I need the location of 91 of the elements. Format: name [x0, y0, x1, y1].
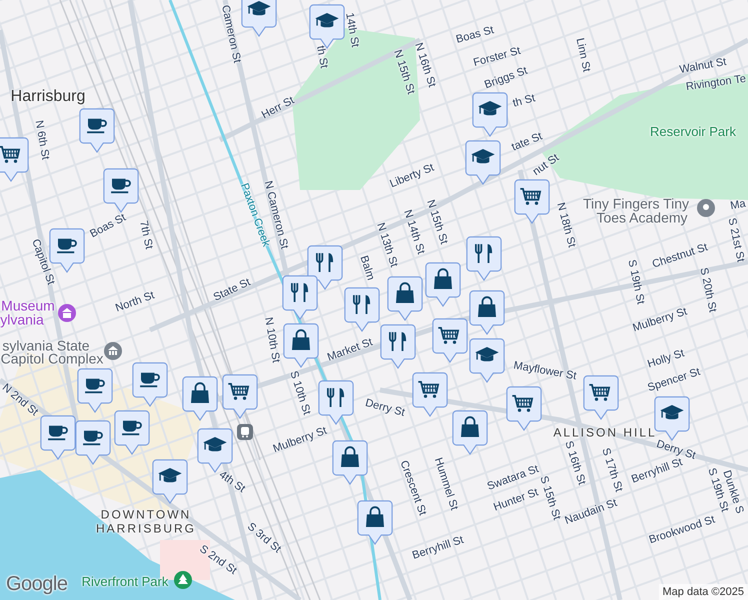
street-label: Mayflower St [512, 360, 578, 382]
coffee-cup-marker[interactable] [132, 362, 168, 407]
graduation-cap-marker[interactable] [152, 459, 188, 504]
graduation-cap-marker[interactable] [241, 0, 277, 37]
district-label: DOWNTOWN [100, 508, 192, 522]
street-label: N 13th St [374, 221, 400, 269]
street-label: Ma [729, 198, 747, 212]
coffee-cup-marker[interactable] [75, 420, 111, 465]
tree-icon [174, 571, 192, 589]
coffee-cup-marker[interactable] [114, 410, 150, 455]
street-label: Balm [357, 254, 377, 282]
location-pin-icon [697, 199, 715, 217]
street-label: Herr St [260, 94, 296, 122]
street-label: S 15th St [537, 474, 563, 522]
street-label: Boas St [454, 24, 496, 46]
street-label: Cameron St [218, 4, 244, 64]
graduation-cap-marker[interactable] [472, 92, 508, 137]
place-label: Toes Academy [596, 210, 688, 226]
place-label: sylvania State [2, 338, 90, 354]
shopping-cart-marker[interactable] [412, 372, 448, 417]
shopping-bag-marker[interactable] [283, 323, 319, 368]
train-station-icon [237, 424, 253, 440]
museum-icon [58, 304, 76, 322]
street-label: N 15th St [424, 198, 450, 246]
street-label: tate St [510, 130, 544, 154]
street-label: S 20th St [697, 266, 719, 314]
fork-knife-marker[interactable] [380, 324, 416, 369]
shopping-bag-marker[interactable] [469, 290, 505, 335]
fork-knife-marker[interactable] [344, 287, 380, 332]
district-label: HARRISBURG [96, 522, 196, 536]
shopping-cart-marker[interactable] [222, 374, 258, 419]
street-label: Boas St [88, 212, 128, 240]
fork-knife-marker[interactable] [466, 236, 502, 281]
street-label: 7th St [137, 220, 155, 250]
street-label: N 6th St [32, 119, 52, 161]
shopping-bag-marker[interactable] [452, 410, 488, 455]
street-label: 4th St [216, 468, 248, 496]
street-label: nut St [530, 152, 562, 178]
street-label: 14th St [343, 12, 361, 48]
street-label: N 15th St [391, 48, 417, 96]
map-logo[interactable]: Google [6, 573, 68, 596]
shopping-cart-marker[interactable] [0, 137, 29, 182]
coffee-cup-marker[interactable] [49, 228, 85, 273]
street-label: S 10th St [287, 370, 313, 416]
shopping-bag-marker[interactable] [357, 500, 393, 545]
street-label: Liberty St [388, 162, 436, 190]
street-label: th St [314, 44, 330, 70]
shopping-cart-marker[interactable] [506, 386, 542, 431]
street-label: North St [114, 289, 156, 315]
museum-label: Museum [1, 298, 55, 314]
street-label: S 16th St [562, 440, 588, 486]
park-label: Reservoir Park [650, 124, 736, 140]
street-label: State St [212, 276, 252, 304]
street-label: N 2nd St [0, 382, 40, 418]
graduation-cap-marker[interactable] [469, 338, 505, 383]
street-label: N 18th St [554, 201, 578, 249]
street-label: S 3rd St [244, 520, 284, 556]
shopping-cart-marker[interactable] [432, 318, 468, 363]
landmark-icon [104, 342, 122, 360]
park-label: Riverfront Park [82, 574, 168, 590]
street-label: S 17th St [599, 446, 625, 494]
district-label: ALLISON HILL [553, 426, 657, 440]
shopping-bag-marker[interactable] [182, 376, 218, 421]
shopping-bag-marker[interactable] [332, 440, 368, 485]
street-label: S 19th St [625, 258, 647, 306]
street-label: N 10th St [262, 316, 282, 364]
coffee-cup-marker[interactable] [40, 415, 76, 460]
graduation-cap-marker[interactable] [197, 428, 233, 473]
shopping-cart-marker[interactable] [514, 179, 550, 224]
shopping-bag-marker[interactable] [387, 276, 423, 321]
street-label: th St [512, 92, 536, 110]
shopping-bag-marker[interactable] [425, 262, 461, 307]
street-label: N 14th St [401, 208, 427, 256]
shopping-cart-marker[interactable] [583, 375, 619, 420]
street-label: Linn St [574, 37, 592, 73]
fork-knife-marker[interactable] [282, 275, 318, 320]
coffee-cup-marker[interactable] [103, 168, 139, 213]
street-label: Derry St [364, 396, 406, 420]
street-label: Market St [326, 336, 374, 364]
city-label: Harrisburg [10, 88, 86, 106]
coffee-cup-marker[interactable] [77, 368, 113, 413]
fork-knife-marker[interactable] [318, 380, 354, 425]
map-attribution: Map data ©2025 [658, 584, 748, 600]
street-label: S 2nd St [197, 542, 239, 578]
street-label: Capitol St [29, 238, 57, 286]
graduation-cap-marker[interactable] [465, 140, 501, 185]
museum-label: ylvania [0, 312, 44, 328]
graduation-cap-marker[interactable] [654, 396, 690, 441]
street-label: S 21st St [725, 216, 747, 264]
place-label: Tiny Fingers Tiny [582, 196, 690, 212]
coffee-cup-marker[interactable] [79, 108, 115, 153]
